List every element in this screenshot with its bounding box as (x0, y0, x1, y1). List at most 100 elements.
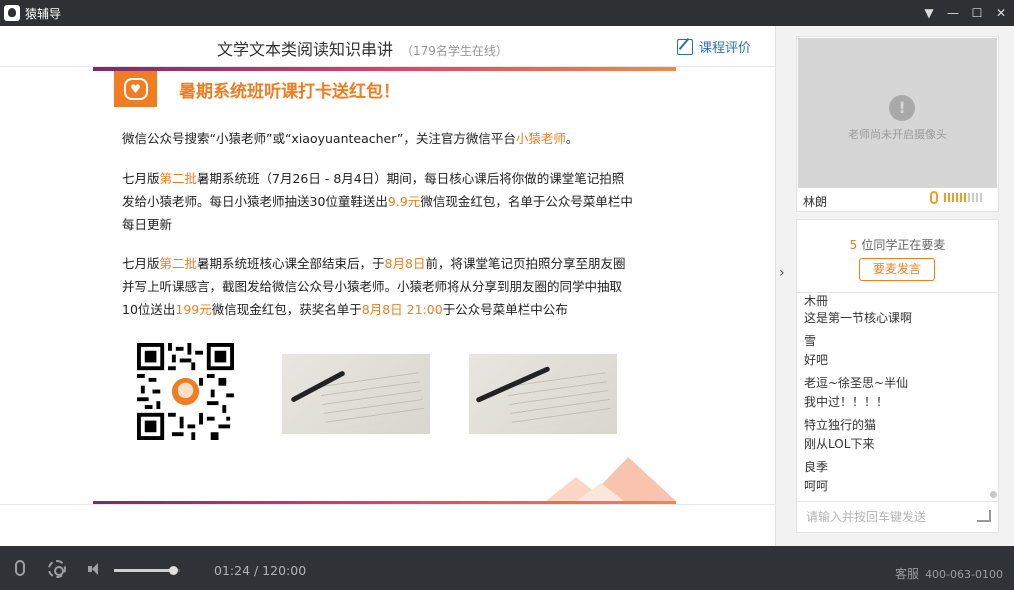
mic-level-meter (930, 191, 982, 204)
chat-message: 好吧 (804, 353, 829, 367)
slide-headline: 暑期系统班听课打卡送红包！ (179, 82, 400, 102)
chat-username: 雪 (804, 334, 817, 348)
level-bar (972, 193, 974, 202)
text-span: 于公众号菜单栏中公布 (442, 302, 568, 317)
highlight-span: 9.9元 (387, 194, 421, 209)
chat-scrollbar[interactable] (990, 491, 997, 498)
text-span: 发给小猿老师。每日小猿老师抽送30位童鞋送出 (122, 194, 388, 209)
maximize-icon[interactable]: ☐ (970, 6, 984, 20)
chat-message-list[interactable]: 木冊 这是第一节核心课啊 雪 好吧 老逗~徐圣思~半仙 我中过！！！！ 特立独行… (797, 292, 998, 500)
chat-username: 良季 (804, 460, 829, 474)
teacher-camera-panel: ! 老师尚未开启摄像头 林朗 (796, 36, 999, 212)
heart-icon: ♥ (123, 78, 148, 100)
page-title: 文学文本类阅读知识串讲 （179名学生在线） (217, 36, 508, 60)
volume-icon[interactable] (88, 562, 104, 576)
chat-username: 特立独行的猫 (804, 418, 877, 432)
volume-fill (114, 569, 174, 572)
chat-message: 呵呵 (804, 479, 829, 493)
enter-key-icon[interactable] (977, 510, 991, 522)
chat-username: 老逗~徐圣思~半仙 (804, 376, 909, 390)
level-bar (952, 193, 954, 202)
course-evaluate-button[interactable]: 课程评价 (676, 37, 751, 56)
chat-input-placeholder: 请输入并按回车键发送 (806, 510, 927, 524)
request-mic-button[interactable]: 要麦发言 (859, 258, 935, 281)
player-bar: 01:24 / 120:00 客服 400-063-0100 (0, 546, 1014, 590)
main-area: 文学文本类阅读知识串讲 （179名学生在线） 课程评价 ♥ 暑期系统班听课打卡送红… (0, 26, 775, 546)
collapse-panel-toggle[interactable]: › (775, 26, 795, 546)
highlight-span: 小猿老师 (515, 131, 566, 146)
slide-area: ♥ 暑期系统班听课打卡送红包！ 微信公众号搜索“小猿老师”或“xiaoyuant… (0, 67, 775, 504)
volume-knob[interactable] (169, 566, 179, 575)
highlight-span: 第二批 (159, 256, 198, 271)
dropdown-menu-icon[interactable]: ▼ (922, 6, 936, 20)
text-span: 。 (565, 131, 579, 146)
app-title: 猿辅导 (25, 6, 62, 21)
chat-panel: 5 位同学正在要麦 要麦发言 木冊 这是第一节核心课啊 雪 好吧 老逗~徐圣思~半… (796, 219, 999, 533)
chat-message: 刚从LOL下来 (804, 437, 875, 451)
text-span: 七月版 (122, 256, 160, 271)
text-span: 10位送出 (122, 302, 176, 317)
text-span: 并写上听课感言，截图发给微信公众号小猿老师。小猿老师将从分享到朋友圈的同学中抽取 (122, 279, 623, 294)
window-controls: ▼ — ☐ ✕ (922, 0, 1008, 26)
mic-queue-count: 5 (849, 238, 858, 252)
camera-status-text: 老师尚未开启摄像头 (848, 128, 947, 141)
close-icon[interactable]: ✕ (994, 6, 1008, 20)
course-header: 文学文本类阅读知识串讲 （179名学生在线） 课程评价 (0, 26, 775, 67)
level-bar (948, 193, 950, 202)
text-span: 微信现金红包，获奖名单于 (211, 302, 362, 317)
chat-message: 我中过！！！！ (804, 395, 889, 409)
support-phone: 400-063-0100 (925, 568, 1003, 581)
volume-slider[interactable] (114, 566, 180, 575)
slide: ♥ 暑期系统班听课打卡送红包！ 微信公众号搜索“小猿老师”或“xiaoyuant… (93, 67, 676, 504)
text-span: 七月版 (122, 171, 160, 186)
highlight-span: 199元 (175, 302, 212, 317)
course-evaluate-label: 课程评价 (698, 41, 751, 56)
text-span: 每日更新 (122, 217, 173, 232)
notebook-photo-2 (469, 354, 617, 434)
app-logo-icon (4, 5, 20, 21)
online-count: （179名学生在线） (401, 44, 508, 58)
minimize-icon[interactable]: — (946, 6, 960, 20)
gear-icon[interactable] (48, 560, 66, 578)
text-span: 前，将课堂笔记页拍照分享至朋友圈 (425, 256, 626, 271)
level-bar (960, 193, 962, 202)
microphone-icon (930, 191, 938, 204)
main-footer (0, 504, 775, 546)
slide-paragraph-3: 七月版第二批暑期系统班核心课全部结束后，于8月8日前，将课堂笔记页拍照分享至朋友… (122, 252, 662, 321)
mic-queue-text: 位同学正在要麦 (861, 238, 946, 252)
mic-queue-status: 5 位同学正在要麦 (797, 236, 998, 253)
customer-support: 客服 400-063-0100 (895, 565, 1003, 582)
edit-icon (676, 38, 693, 55)
highlight-span: 8月8日 (384, 256, 426, 271)
highlight-span: 8月8日 21:00 (361, 302, 443, 317)
level-bar (980, 193, 982, 202)
text-span: 暑期系统班（7月26日 - 8月4日）期间，每日核心课后将你做的课堂笔记拍照 (197, 171, 625, 186)
slide-badge: ♥ (114, 71, 157, 107)
camera-view: ! 老师尚未开启摄像头 (798, 38, 997, 188)
playback-time: 01:24 / 120:00 (214, 563, 307, 578)
slide-top-bar (93, 67, 676, 71)
text-span: 微信公众号搜索“小猿老师”或“xiaoyuanteacher”，关注官方微信平台 (122, 131, 516, 146)
warning-icon: ! (889, 95, 915, 121)
level-bar (968, 193, 970, 202)
chat-message: 这是第一节核心课啊 (804, 311, 913, 325)
course-title: 文学文本类阅读知识串讲 (217, 40, 394, 59)
slide-paragraph-1: 微信公众号搜索“小猿老师”或“xiaoyuanteacher”，关注官方微信平台… (122, 127, 662, 150)
support-label: 客服 (895, 567, 920, 581)
level-bar (976, 193, 978, 202)
teacher-name: 林朗 (803, 195, 828, 209)
slide-paragraph-2: 七月版第二批暑期系统班（7月26日 - 8月4日）期间，每日核心课后将你做的课堂… (122, 167, 662, 236)
level-bar (944, 193, 946, 202)
microphone-icon[interactable] (15, 560, 25, 576)
text-span: 微信现金红包，名单于公众号菜单栏中 (420, 194, 633, 209)
highlight-span: 第二批 (159, 171, 198, 186)
qr-code-image (137, 343, 234, 440)
title-bar: 猿辅导 ▼ — ☐ ✕ (0, 0, 1014, 26)
text-span: 暑期系统班核心课全部结束后，于 (197, 256, 385, 271)
mountain-decoration (546, 457, 676, 501)
notebook-photo-1 (282, 354, 430, 434)
level-bar (956, 193, 958, 202)
chat-input[interactable]: 请输入并按回车键发送 (797, 501, 998, 532)
level-bar (964, 193, 966, 202)
chevron-right-icon: › (779, 265, 785, 281)
